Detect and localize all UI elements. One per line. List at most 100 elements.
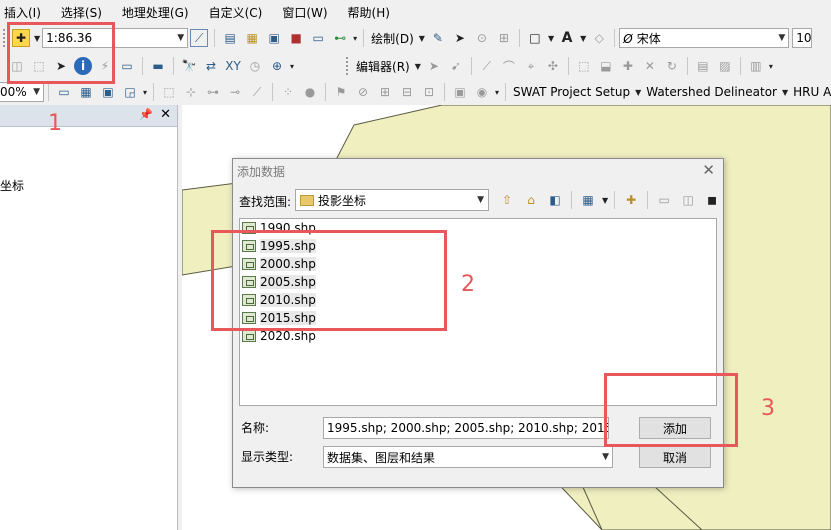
home-icon[interactable]: ⌂ bbox=[521, 190, 541, 210]
toggle-draft-mode-icon[interactable]: ▭ bbox=[55, 83, 73, 101]
menu-help[interactable]: 帮助(H) bbox=[338, 4, 400, 21]
rotate-icon[interactable]: ⊙ bbox=[473, 29, 491, 47]
toolbar-options-arrow[interactable]: ▾ bbox=[495, 88, 499, 97]
add-data-dropdown-arrow[interactable]: ▼ bbox=[34, 34, 40, 43]
rectangle-icon[interactable]: □ bbox=[526, 29, 544, 47]
name-field[interactable]: 1995.shp; 2000.shp; 2005.shp; 2010.shp; … bbox=[323, 417, 609, 439]
rectangle-dropdown-arrow[interactable]: ▼ bbox=[548, 34, 554, 43]
menu-customize[interactable]: 自定义(C) bbox=[199, 4, 273, 21]
toolbar-grip[interactable] bbox=[3, 29, 7, 47]
close-icon[interactable]: ✕ bbox=[160, 107, 171, 122]
layout-zoom-combo[interactable]: 00% ▼ bbox=[0, 82, 44, 102]
text-icon[interactable]: A bbox=[558, 29, 576, 47]
go-to-default-geodatabase-icon[interactable]: ◧ bbox=[545, 190, 565, 210]
toolbar-options-arrow[interactable]: ▾ bbox=[353, 34, 357, 43]
time-slider-icon[interactable]: ◷ bbox=[246, 57, 264, 75]
swat-project-setup-menu[interactable]: SWAT Project Setup bbox=[513, 85, 630, 99]
connect-to-folder-icon[interactable]: ✚ bbox=[621, 190, 641, 210]
font-name-combo[interactable]: Ø 宋体 ▼ bbox=[619, 28, 790, 48]
text-dropdown-arrow[interactable]: ▼ bbox=[580, 34, 586, 43]
font-size-combo[interactable]: 10 bbox=[792, 28, 813, 48]
swat-setup-dropdown-arrow[interactable]: ▼ bbox=[635, 88, 641, 97]
file-item[interactable]: 1995.shp bbox=[242, 237, 316, 255]
end-point-arc-icon[interactable]: ⌒ bbox=[500, 57, 518, 75]
change-layout-icon[interactable]: ▣ bbox=[99, 83, 117, 101]
network-icon[interactable]: ⁘ bbox=[279, 83, 297, 101]
menu-insert[interactable]: 插入(I) bbox=[0, 4, 51, 21]
menu-selection[interactable]: 选择(S) bbox=[51, 4, 112, 21]
flag-icon[interactable]: ⚑ bbox=[332, 83, 350, 101]
measure-icon[interactable]: ▬ bbox=[149, 57, 167, 75]
map-scale-combo[interactable]: 1:86.36 ▼ bbox=[42, 28, 189, 48]
point-icon[interactable]: ✣ bbox=[544, 57, 562, 75]
vertex-icon[interactable]: ⊶ bbox=[204, 83, 222, 101]
toc-layer-label[interactable]: 坐标 bbox=[0, 177, 24, 194]
arctoolbox-icon[interactable]: ■ bbox=[287, 29, 305, 47]
results-icon[interactable]: ⊡ bbox=[420, 83, 438, 101]
toolbar-options-arrow[interactable]: ▾ bbox=[143, 88, 147, 97]
hru-analysis-menu[interactable]: HRU A bbox=[793, 85, 831, 99]
toolbar-options-arrow[interactable]: ▾ bbox=[290, 62, 294, 71]
model-builder-icon[interactable]: ⊷ bbox=[331, 29, 349, 47]
solve-icon[interactable]: ⊞ bbox=[376, 83, 394, 101]
add-data-icon[interactable]: ✚ bbox=[12, 29, 30, 47]
arccatalog-icon[interactable]: ◼ bbox=[702, 190, 722, 210]
list-view-icon[interactable]: ▦ bbox=[578, 190, 598, 210]
new-geodatabase-icon[interactable]: ◫ bbox=[678, 190, 698, 210]
zoom-whole-page-icon[interactable]: ⊞ bbox=[495, 29, 513, 47]
focus-data-frame-icon[interactable]: ▦ bbox=[77, 83, 95, 101]
edge-icon[interactable]: ⟋ bbox=[248, 83, 266, 101]
node-icon[interactable]: ⊸ bbox=[226, 83, 244, 101]
reshape-icon[interactable]: ⬓ bbox=[597, 57, 615, 75]
menu-geoprocessing[interactable]: 地理处理(G) bbox=[112, 4, 199, 21]
toolbar-grip[interactable] bbox=[346, 57, 350, 75]
identify-icon[interactable]: i bbox=[74, 57, 92, 75]
create-features-icon[interactable]: ▥ bbox=[747, 57, 765, 75]
editor-menu[interactable]: 编辑器(R) bbox=[356, 58, 410, 75]
editor-dropdown-arrow[interactable]: ▼ bbox=[415, 62, 421, 71]
view-dropdown-arrow[interactable]: ▼ bbox=[602, 196, 608, 205]
create-viewer-window-icon[interactable]: ⊕ bbox=[268, 57, 286, 75]
snapping-icon[interactable]: ▣ bbox=[451, 83, 469, 101]
html-popup-icon[interactable]: ▭ bbox=[118, 57, 136, 75]
cut-polygons-icon[interactable]: ✚ bbox=[619, 57, 637, 75]
file-item[interactable]: 1990.shp bbox=[242, 219, 316, 237]
rotate-icon[interactable]: ↻ bbox=[663, 57, 681, 75]
watershed-dropdown-arrow[interactable]: ▼ bbox=[782, 88, 788, 97]
hyperlink-icon[interactable]: ⚡ bbox=[96, 57, 114, 75]
attributes-icon[interactable]: ▤ bbox=[694, 57, 712, 75]
sketch-properties-icon[interactable]: ▨ bbox=[716, 57, 734, 75]
menu-windows[interactable]: 窗口(W) bbox=[272, 4, 337, 21]
globe-icon[interactable]: ● bbox=[301, 83, 319, 101]
straight-segment-icon[interactable]: ⟋ bbox=[478, 57, 496, 75]
cancel-button[interactable]: 取消 bbox=[639, 446, 711, 468]
add-button[interactable]: 添加 bbox=[639, 417, 711, 439]
cache-icon[interactable]: ◉ bbox=[473, 83, 491, 101]
file-item[interactable]: 2000.shp bbox=[242, 255, 316, 273]
topology-icon[interactable]: ⊹ bbox=[182, 83, 200, 101]
select-features-icon[interactable]: ➤ bbox=[52, 57, 70, 75]
up-one-level-icon[interactable]: ⇧ bbox=[497, 190, 517, 210]
pin-icon[interactable]: 📌 bbox=[139, 108, 153, 121]
close-icon[interactable]: ✕ bbox=[702, 161, 715, 179]
select-by-graphics-icon[interactable]: ⬚ bbox=[30, 57, 48, 75]
find-route-icon[interactable]: ⇄ bbox=[202, 57, 220, 75]
file-item[interactable]: 2020.shp bbox=[242, 327, 316, 345]
draw-dropdown-arrow[interactable]: ▼ bbox=[419, 34, 425, 43]
barrier-icon[interactable]: ⊘ bbox=[354, 83, 372, 101]
search-window-icon[interactable]: ▣ bbox=[265, 29, 283, 47]
split-icon[interactable]: ✕ bbox=[641, 57, 659, 75]
watershed-delineator-menu[interactable]: Watershed Delineator bbox=[646, 85, 777, 99]
edit-vertices-icon[interactable]: ⬚ bbox=[575, 57, 593, 75]
edit-annotation-icon[interactable]: ➹ bbox=[447, 57, 465, 75]
edit-vertices-icon[interactable]: ◇ bbox=[590, 29, 608, 47]
file-item[interactable]: 2005.shp bbox=[242, 273, 316, 291]
edit-tool-icon[interactable]: ➤ bbox=[425, 57, 443, 75]
table-of-contents-icon[interactable]: ▤ bbox=[221, 29, 239, 47]
catalog-icon[interactable]: ▦ bbox=[243, 29, 261, 47]
python-window-icon[interactable]: ▭ bbox=[309, 29, 327, 47]
file-item[interactable]: 2015.shp bbox=[242, 309, 316, 327]
new-folder-icon[interactable]: ▭ bbox=[654, 190, 674, 210]
find-icon[interactable]: 🔭 bbox=[180, 57, 198, 75]
trace-icon[interactable]: ⌖ bbox=[522, 57, 540, 75]
